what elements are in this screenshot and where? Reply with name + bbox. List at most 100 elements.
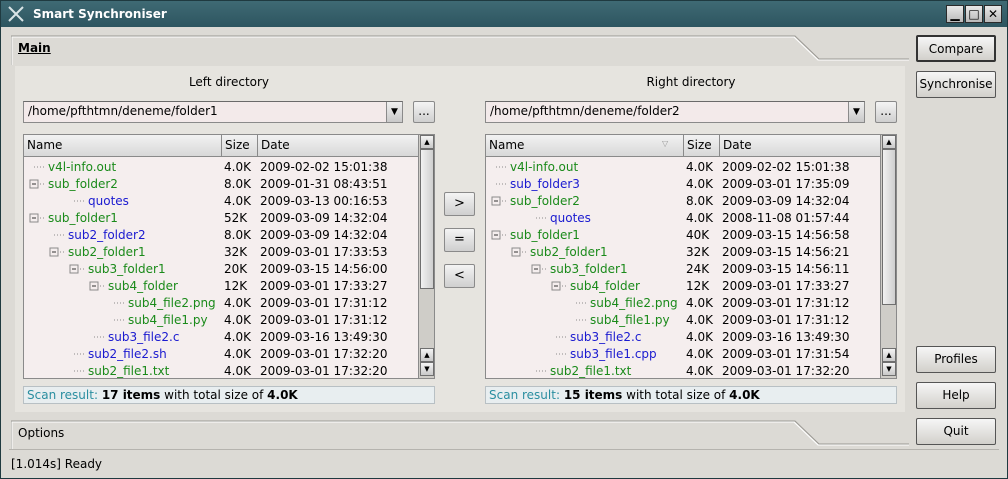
column-header-name[interactable]: Name bbox=[24, 135, 222, 157]
tree-row[interactable]: sub4_file2.png 4.0K 2009-03-01 17:31:12 bbox=[486, 295, 882, 312]
profiles-button[interactable]: Profiles bbox=[916, 346, 996, 373]
column-header-date[interactable]: Date bbox=[720, 135, 882, 157]
tree-row[interactable]: sub2_folder2 8.0K 2009-03-09 14:32:04 bbox=[24, 227, 420, 244]
tree-row[interactable]: sub3_file2.c 4.0K 2009-03-16 13:49:30 bbox=[24, 329, 420, 346]
file-date: 2009-03-15 14:56:21 bbox=[722, 245, 850, 259]
chevron-down-icon[interactable]: ▼ bbox=[386, 102, 402, 122]
scan-label: Scan result: bbox=[27, 388, 98, 402]
quit-button[interactable]: Quit bbox=[916, 418, 996, 445]
left-file-tree[interactable]: Name Size Date v4l-info.out 4.0K 2009-02-0… bbox=[23, 134, 435, 379]
tree-row[interactable]: sub4_folder 12K 2009-03-01 17:33:27 bbox=[24, 278, 420, 295]
file-name: sub4_file1.py bbox=[590, 313, 670, 327]
right-file-tree[interactable]: Name ▽ Size Date v4l-info.out 4.0K 2009-02… bbox=[485, 134, 897, 379]
column-header-name[interactable]: Name ▽ bbox=[486, 135, 684, 157]
file-name: sub_folder2 bbox=[510, 194, 580, 208]
tab-main-label: Main bbox=[18, 41, 51, 55]
synchronise-button[interactable]: Synchronise bbox=[916, 71, 996, 98]
file-date: 2009-03-15 14:56:58 bbox=[722, 228, 850, 242]
scroll-up-icon[interactable]: ▲ bbox=[882, 135, 896, 149]
status-text: [1.014s] Ready bbox=[11, 457, 103, 471]
file-date: 2009-03-15 14:56:00 bbox=[260, 262, 388, 276]
tree-row[interactable]: sub2_file1.txt 4.0K 2009-03-01 17:32:20 bbox=[486, 363, 882, 378]
scroll-up-icon[interactable]: ▲ bbox=[882, 348, 896, 362]
left-path-combo[interactable]: /home/pfthtmn/deneme/folder1 ▼ bbox=[23, 101, 403, 123]
file-name: sub_folder1 bbox=[510, 228, 580, 242]
tree-row[interactable]: sub_folder2 8.0K 2009-01-31 08:43:51 bbox=[24, 176, 420, 193]
maximize-button[interactable]: □ bbox=[965, 5, 983, 23]
tree-row[interactable]: sub3_folder1 24K 2009-03-15 14:56:11 bbox=[486, 261, 882, 278]
scroll-down-icon[interactable]: ▼ bbox=[420, 362, 434, 376]
column-header-name-label: Name bbox=[489, 138, 525, 152]
file-name: sub3_file1.cpp bbox=[570, 347, 657, 361]
copy-right-button[interactable]: > bbox=[444, 192, 475, 216]
tree-row[interactable]: v4l-info.out 4.0K 2009-02-02 15:01:38 bbox=[486, 159, 882, 176]
file-date: 2009-02-02 15:01:38 bbox=[260, 160, 388, 174]
equal-button[interactable]: = bbox=[444, 228, 475, 252]
window-title: Smart Synchroniser bbox=[33, 7, 167, 21]
file-size: 8.0K bbox=[686, 194, 713, 208]
column-header-size[interactable]: Size bbox=[684, 135, 720, 157]
tree-row[interactable]: sub3_file2.c 4.0K 2009-03-16 13:49:30 bbox=[486, 329, 882, 346]
compare-button[interactable]: Compare bbox=[916, 35, 996, 62]
help-button[interactable]: Help bbox=[916, 382, 996, 409]
tab-main-outline bbox=[11, 35, 909, 65]
left-browse-button[interactable]: ... bbox=[413, 101, 435, 123]
tree-row[interactable]: sub4_folder 12K 2009-03-01 17:33:27 bbox=[486, 278, 882, 295]
scroll-thumb[interactable] bbox=[882, 149, 896, 305]
tab-options[interactable]: Options bbox=[11, 420, 909, 450]
file-size: 20K bbox=[224, 262, 248, 276]
right-scrollbar[interactable]: ▲ ▲ ▼ bbox=[880, 135, 896, 378]
chevron-down-icon[interactable]: ▼ bbox=[848, 102, 864, 122]
tab-main[interactable]: Main bbox=[11, 35, 909, 65]
tree-row[interactable]: sub_folder2 8.0K 2009-03-09 14:32:04 bbox=[486, 193, 882, 210]
tree-row[interactable]: sub2_file2.sh 4.0K 2009-03-01 17:32:20 bbox=[24, 346, 420, 363]
file-name: sub4_folder bbox=[108, 279, 178, 293]
left-scan-result: Scan result: 17 items with total size of… bbox=[23, 386, 435, 404]
scroll-up-icon[interactable]: ▲ bbox=[420, 135, 434, 149]
file-name: sub2_folder1 bbox=[68, 245, 146, 259]
tree-row[interactable]: sub_folder1 52K 2009-03-09 14:32:04 bbox=[24, 210, 420, 227]
file-name: sub3_folder1 bbox=[88, 262, 166, 276]
scroll-thumb[interactable] bbox=[420, 149, 434, 289]
file-size: 4.0K bbox=[686, 313, 713, 327]
scan-mid-text: with total size of bbox=[626, 388, 726, 402]
status-separator bbox=[9, 449, 999, 450]
scan-label: Scan result: bbox=[489, 388, 560, 402]
file-date: 2009-03-13 00:16:53 bbox=[260, 194, 388, 208]
close-button[interactable]: ✕ bbox=[984, 5, 1002, 23]
tree-row[interactable]: quotes 4.0K 2008-11-08 01:57:44 bbox=[486, 210, 882, 227]
tree-row[interactable]: sub_folder3 4.0K 2009-03-01 17:35:09 bbox=[486, 176, 882, 193]
file-date: 2009-03-09 14:32:04 bbox=[260, 228, 388, 242]
tree-row[interactable]: sub2_folder1 32K 2009-03-01 17:33:53 bbox=[24, 244, 420, 261]
column-header-size[interactable]: Size bbox=[222, 135, 258, 157]
tree-row[interactable]: sub3_file1.cpp 4.0K 2009-03-01 17:31:54 bbox=[486, 346, 882, 363]
file-name: sub4_file2.png bbox=[590, 296, 678, 310]
minimize-button[interactable]: ▁ bbox=[946, 5, 964, 23]
tree-row[interactable]: sub4_file2.png 4.0K 2009-03-01 17:31:12 bbox=[24, 295, 420, 312]
left-path-value: /home/pfthtmn/deneme/folder1 bbox=[28, 104, 218, 118]
tree-row[interactable]: sub2_file1.txt 4.0K 2009-03-01 17:32:20 bbox=[24, 363, 420, 378]
tree-row[interactable]: sub2_folder1 32K 2009-03-15 14:56:21 bbox=[486, 244, 882, 261]
title-bar[interactable]: Smart Synchroniser ▁ □ ✕ bbox=[1, 1, 1007, 27]
column-header-date[interactable]: Date bbox=[258, 135, 420, 157]
file-date: 2009-03-09 14:32:04 bbox=[260, 211, 388, 225]
tab-options-label: Options bbox=[18, 426, 65, 440]
scroll-down-icon[interactable]: ▼ bbox=[882, 362, 896, 376]
file-date: 2009-03-01 17:33:27 bbox=[722, 279, 850, 293]
tree-row[interactable]: sub3_folder1 20K 2009-03-15 14:56:00 bbox=[24, 261, 420, 278]
right-browse-button[interactable]: ... bbox=[875, 101, 897, 123]
tree-row[interactable]: sub4_file1.py 4.0K 2009-03-01 17:31:12 bbox=[24, 312, 420, 329]
tree-row[interactable]: quotes 4.0K 2009-03-13 00:16:53 bbox=[24, 193, 420, 210]
tree-row[interactable]: sub4_file1.py 4.0K 2009-03-01 17:31:12 bbox=[486, 312, 882, 329]
copy-left-button[interactable]: < bbox=[444, 264, 475, 288]
file-size: 4.0K bbox=[224, 194, 251, 208]
right-path-combo[interactable]: /home/pfthtmn/deneme/folder2 ▼ bbox=[485, 101, 865, 123]
file-name: sub4_file1.py bbox=[128, 313, 208, 327]
tree-row[interactable]: sub_folder1 40K 2009-03-15 14:56:58 bbox=[486, 227, 882, 244]
file-size: 40K bbox=[686, 228, 710, 242]
scroll-up-icon[interactable]: ▲ bbox=[420, 348, 434, 362]
left-scrollbar[interactable]: ▲ ▲ ▼ bbox=[418, 135, 434, 378]
tree-row[interactable]: v4l-info.out 4.0K 2009-02-02 15:01:38 bbox=[24, 159, 420, 176]
file-name: quotes bbox=[550, 211, 591, 225]
scan-size: 4.0K bbox=[267, 388, 298, 402]
